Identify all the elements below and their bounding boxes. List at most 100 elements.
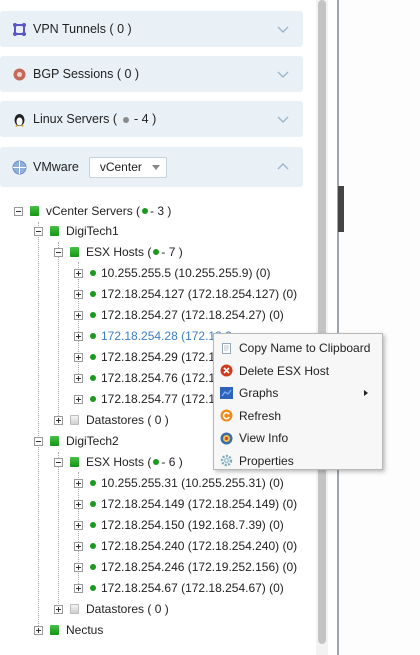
- expand-toggle[interactable]: [74, 520, 83, 530]
- status-dot: [153, 459, 160, 465]
- tree-node-label: 172.18.254.246 (172.19.252.156) (0): [101, 560, 298, 574]
- tree-node-datacenter[interactable]: DigiTech2: [34, 431, 119, 451]
- menu-item-label: Properties: [239, 453, 294, 468]
- datacenter-icon: [50, 625, 59, 635]
- tree-node-datacenter[interactable]: DigiTech1: [34, 221, 119, 241]
- status-dot: [90, 585, 96, 591]
- expand-toggle[interactable]: [74, 352, 83, 362]
- vmware-globe-icon: [12, 160, 27, 175]
- tree-node-esx-host-selected[interactable]: 172.18.254.28 (172.18.2: [74, 326, 232, 346]
- pane-splitter[interactable]: [337, 0, 339, 655]
- accordion-bgp-sessions[interactable]: BGP Sessions ( 0 ): [0, 56, 303, 92]
- chevron-down-icon[interactable]: [277, 113, 289, 125]
- chevron-up-icon[interactable]: [277, 161, 289, 173]
- accordion-vpn-tunnels[interactable]: VPN Tunnels ( 0 ): [0, 11, 303, 47]
- expand-toggle[interactable]: [54, 415, 63, 425]
- vpn-tunnel-icon: [12, 22, 27, 37]
- menu-item-label: Copy Name to Clipboard: [239, 341, 371, 356]
- menu-item-refresh[interactable]: Refresh: [214, 405, 382, 428]
- menu-item-copy-name[interactable]: Copy Name to Clipboard: [214, 337, 382, 360]
- collapse-toggle[interactable]: [54, 247, 63, 257]
- scrollbar-thumb[interactable]: [318, 0, 326, 644]
- datastore-icon: [70, 415, 79, 425]
- status-dot: [90, 501, 96, 507]
- collapse-toggle[interactable]: [34, 226, 43, 236]
- tree-node-esx-host[interactable]: 172.18.254.240 (172.18.254.240) (0): [74, 536, 297, 556]
- collapse-toggle[interactable]: [14, 206, 23, 216]
- tree-node-esx-host[interactable]: 10.255.255.31 (10.255.255.31) (0): [74, 473, 284, 493]
- expand-toggle[interactable]: [74, 310, 83, 320]
- splitter-handle[interactable]: [338, 186, 344, 232]
- tree-node-esx-hosts[interactable]: ESX Hosts ( - 7 ): [54, 242, 183, 262]
- menu-item-properties[interactable]: Properties: [214, 450, 382, 473]
- tree-node-esx-hosts[interactable]: ESX Hosts ( - 6 ): [54, 452, 183, 472]
- status-dot: [122, 116, 129, 123]
- expand-toggle[interactable]: [74, 541, 83, 551]
- tree-node-label: ESX Hosts (: [86, 245, 152, 259]
- tree-node-esx-host[interactable]: 172.18.254.29 (172.18.2: [74, 347, 232, 367]
- vmware-view-select[interactable]: vCenter: [88, 156, 167, 178]
- context-menu: Copy Name to Clipboard Delete ESX Host G…: [213, 333, 383, 470]
- menu-item-delete-esx-host[interactable]: Delete ESX Host: [214, 360, 382, 383]
- tree-node-esx-host[interactable]: 172.18.254.149 (172.18.254.149) (0): [74, 494, 297, 514]
- tree-node-esx-host[interactable]: 10.255.255.5 (10.255.255.9) (0): [74, 263, 270, 283]
- expand-toggle[interactable]: [74, 583, 83, 593]
- tree-guide-line: [58, 452, 59, 610]
- collapse-toggle[interactable]: [54, 457, 63, 467]
- chevron-down-icon[interactable]: [277, 68, 289, 80]
- esx-hosts-icon: [70, 457, 79, 467]
- view-info-icon: [220, 432, 233, 445]
- tree-node-datastores[interactable]: Datastores ( 0 ): [54, 410, 169, 430]
- status-dot: [90, 375, 96, 381]
- expand-toggle[interactable]: [74, 562, 83, 572]
- tree-node-esx-host[interactable]: 172.18.254.27 (172.18.254.27) (0): [74, 305, 284, 325]
- tree-node-vcenter-servers[interactable]: vCenter Servers ( - 3 ): [14, 201, 171, 221]
- status-dot: [90, 543, 96, 549]
- status-dot: [90, 522, 96, 528]
- tree-node-label: 172.18.254.27 (172.18.254.27) (0): [101, 308, 284, 322]
- tree-node-label: 172.18.254.67 (172.18.254.67) (0): [101, 581, 284, 595]
- expand-toggle[interactable]: [74, 394, 83, 404]
- tree-node-label: 10.255.255.31 (10.255.255.31) (0): [101, 476, 284, 490]
- status-dot: [90, 396, 96, 402]
- expand-toggle[interactable]: [74, 268, 83, 278]
- expand-toggle[interactable]: [74, 499, 83, 509]
- expand-toggle[interactable]: [74, 289, 83, 299]
- menu-item-view-info[interactable]: View Info: [214, 427, 382, 450]
- expand-toggle[interactable]: [74, 331, 83, 341]
- tree-node-esx-host[interactable]: 172.18.254.246 (172.19.252.156) (0): [74, 557, 297, 577]
- tree-node-esx-host[interactable]: 172.18.254.67 (172.18.254.67) (0): [74, 578, 284, 598]
- chevron-down-icon[interactable]: [277, 23, 289, 35]
- tree-node-esx-host[interactable]: 172.18.254.150 (192.168.7.39) (0): [74, 515, 284, 535]
- expand-toggle[interactable]: [74, 373, 83, 383]
- accordion-title: VPN Tunnels ( 0 ): [33, 22, 132, 36]
- tree-guide-line: [58, 242, 59, 422]
- tree-node-label: 172.18.254.150 (192.168.7.39) (0): [101, 518, 284, 532]
- accordion-linux-servers[interactable]: Linux Servers ( - 4 ): [0, 101, 303, 137]
- tree-node-datastores[interactable]: Datastores ( 0 ): [54, 599, 169, 619]
- accordion-vmware[interactable]: VMware vCenter: [0, 147, 303, 187]
- expand-toggle[interactable]: [54, 604, 63, 614]
- expand-toggle[interactable]: [34, 625, 43, 635]
- select-value: vCenter: [99, 160, 142, 174]
- refresh-icon: [220, 409, 233, 422]
- tree-node-esx-host[interactable]: 172.18.254.127 (172.18.254.127) (0): [74, 284, 297, 304]
- submenu-arrow-icon: [364, 390, 368, 396]
- datacenter-icon: [50, 226, 59, 236]
- tree-node-esx-host[interactable]: 172.18.254.76 (172.18.2: [74, 368, 232, 388]
- tree-node-label: Datastores ( 0 ): [86, 602, 169, 616]
- gear-icon: [220, 454, 233, 467]
- content-pane: [339, 0, 420, 655]
- status-dot: [90, 354, 96, 360]
- tree-node-esx-host[interactable]: 172.18.254.77 (172.18.2: [74, 389, 232, 409]
- datastore-icon: [70, 604, 79, 614]
- collapse-toggle[interactable]: [34, 436, 43, 446]
- tree-node-label: vCenter Servers (: [46, 204, 141, 218]
- bgp-session-icon: [12, 67, 27, 82]
- tree-node-datacenter[interactable]: Nectus: [34, 620, 103, 640]
- expand-toggle[interactable]: [74, 478, 83, 488]
- menu-item-graphs[interactable]: Graphs: [214, 382, 382, 405]
- tree-node-label: - 7 ): [161, 245, 183, 259]
- tree-guide-line: [38, 222, 39, 632]
- inventory-panel: VPN Tunnels ( 0 ) BGP Sessions ( 0 ) Lin…: [0, 0, 320, 655]
